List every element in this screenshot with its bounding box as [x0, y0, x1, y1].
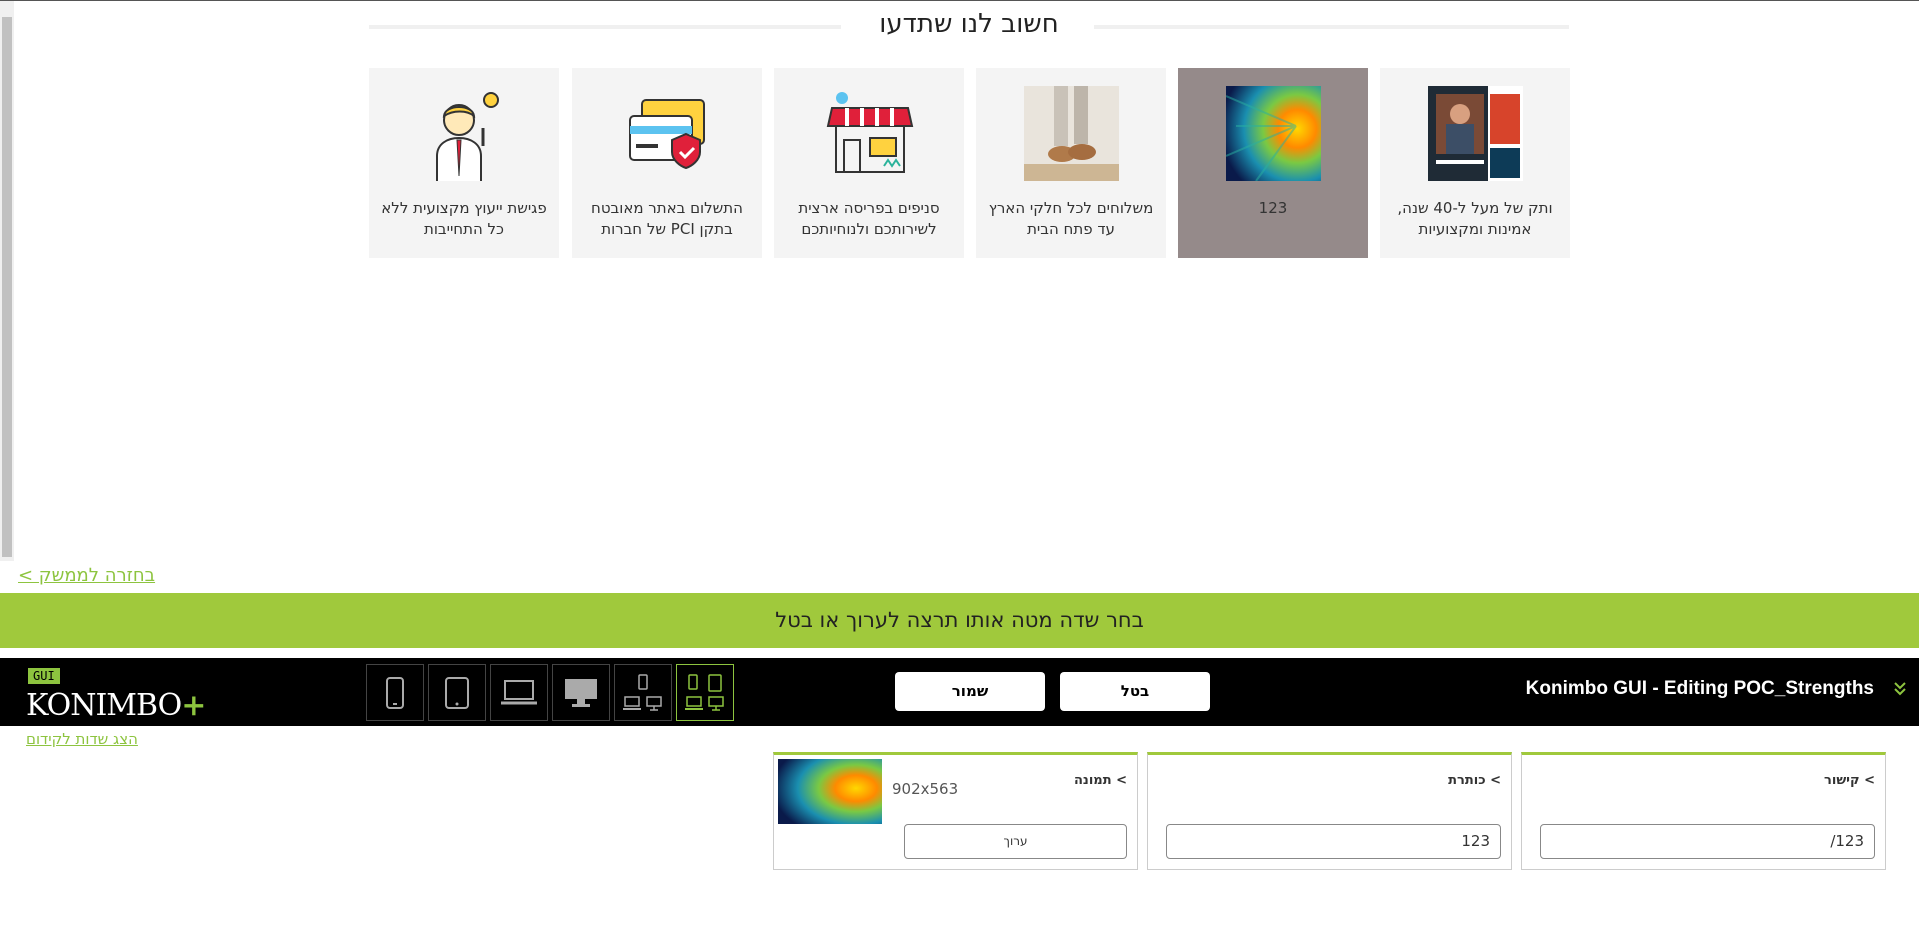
back-to-interface-link[interactable]: בחזרה לממשק >: [18, 565, 155, 586]
desktop-icon: [565, 678, 597, 707]
link-field-box: > קישור /123: [1521, 752, 1886, 870]
card-selected-123[interactable]: 123: [1178, 68, 1368, 258]
laptop-icon: [501, 679, 537, 704]
image-thumbnail[interactable]: [778, 759, 882, 824]
device-mobile-button[interactable]: [366, 664, 424, 721]
all-devices-icon: [685, 673, 724, 711]
card-experience[interactable]: ותק של מעל ל-40 שנה, אמינות ומקצועיות: [1380, 68, 1570, 258]
logo-badge: GUI: [28, 668, 60, 684]
editing-title: Konimbo GUI - Editing POC_Strengths: [1525, 678, 1874, 699]
colorful-burst-image: [1225, 86, 1321, 182]
link-field-label: > קישור: [1824, 773, 1875, 788]
logo-wordmark: KONIMBO: [26, 688, 182, 723]
card-text: פגישת ייעוץ מקצועית ללא כל התחייבות: [381, 199, 547, 238]
strengths-cards: ותק של מעל ל-40 שנה, אמינות ומקצועיות 12…: [369, 68, 1570, 258]
logo-plus: +: [181, 688, 206, 723]
device-laptop-button[interactable]: [490, 664, 548, 721]
edit-image-button[interactable]: ערוך: [904, 824, 1127, 859]
multi-device-icon: [623, 673, 662, 711]
section-header: חשוב לנו שתדעו: [369, 9, 1569, 49]
editor-toolbar: GUI KONIMBO+ שמור בטל Konimbo GUI - Edit…: [0, 658, 1919, 726]
cancel-button[interactable]: בטל: [1060, 672, 1210, 711]
site-preview: חשוב לנו שתדעו ותק של מעל ל-40 שנה, אמינ…: [0, 0, 1919, 593]
section-title: חשוב לנו שתדעו: [879, 9, 1059, 39]
device-desktop-button[interactable]: [552, 664, 610, 721]
title-input[interactable]: 123: [1166, 824, 1501, 859]
scrollbar[interactable]: [0, 1, 14, 561]
device-multi-small-button[interactable]: [614, 664, 672, 721]
card-secure-payment[interactable]: התשלום באתר מאובטח בתקן PCI של חברות: [572, 68, 762, 258]
scrollbar-thumb[interactable]: [2, 17, 12, 557]
card-text: 123: [1258, 199, 1288, 217]
card-text: התשלום באתר מאובטח בתקן PCI של חברות: [591, 199, 743, 238]
save-button[interactable]: שמור: [895, 672, 1045, 711]
instruction-bar: בחר שדה מטה אותו תרצה לערוך או בטל: [0, 593, 1919, 648]
card-consultation[interactable]: פגישת ייעוץ מקצועית ללא כל התחייבות: [369, 68, 559, 258]
card-text: ותק של מעל ל-40 שנה, אמינות ומקצועיות: [1397, 199, 1553, 238]
tablet-icon: [445, 676, 469, 709]
mobile-icon: [386, 676, 404, 709]
image-dimensions: 902x563: [892, 780, 959, 798]
image-field-label: > תמונה: [1074, 773, 1127, 788]
separator: [0, 648, 1919, 658]
image-field-box: > תמונה 902x563 ערוך: [773, 752, 1138, 870]
title-field-box: > כותרת 123: [1147, 752, 1512, 870]
consultant-icon: [417, 86, 512, 181]
storefront-icon: [822, 86, 917, 181]
logo-text: KONIMBO+: [26, 688, 206, 723]
link-input[interactable]: /123: [1540, 824, 1875, 859]
card-branches[interactable]: סניפים בפריסה ארצית לשירותכם ולנוחיותכם: [774, 68, 964, 258]
device-tablet-button[interactable]: [428, 664, 486, 721]
double-chevron-down-icon[interactable]: [1893, 680, 1907, 696]
card-text: סניפים בפריסה ארצית לשירותכם ולנוחיותכם: [798, 199, 940, 238]
photo-screenshot-icon: [1428, 86, 1523, 181]
device-multi-all-button[interactable]: [676, 664, 734, 721]
show-seo-fields-link[interactable]: הצג שדות לקידום: [26, 730, 138, 748]
secure-payment-icon: [620, 86, 715, 181]
title-field-label: > כותרת: [1448, 773, 1501, 788]
card-shipping[interactable]: משלוחים לכל חלקי הארץ עד פתח הבית: [976, 68, 1166, 258]
feet-sandals-photo: [1024, 86, 1119, 181]
card-text: משלוחים לכל חלקי הארץ עד פתח הבית: [988, 199, 1154, 238]
